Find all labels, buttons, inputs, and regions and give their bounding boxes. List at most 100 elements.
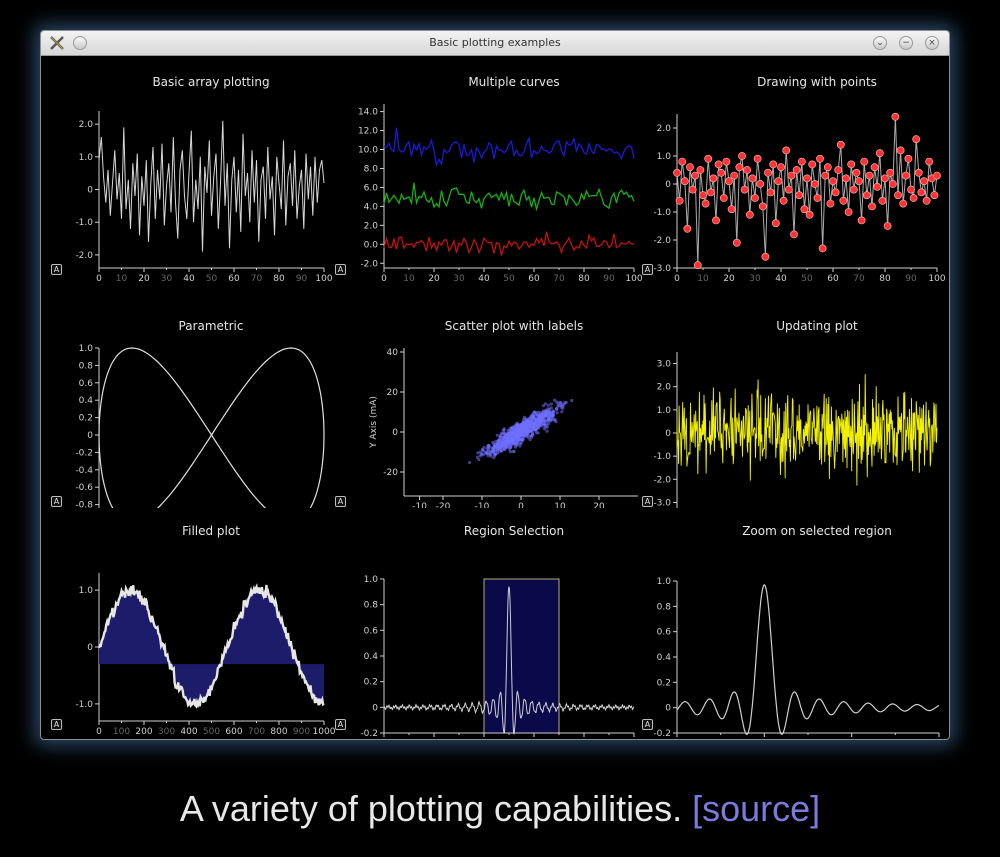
- auto-range-button[interactable]: A: [51, 496, 62, 507]
- x-minor-label: 100: [113, 727, 130, 737]
- multiple-curves-chart[interactable]: Multiple curves 0 20 40 60 80 100 10 30 50 70 90 14.…: [344, 56, 647, 282]
- chart-title: Region Selection: [464, 524, 564, 538]
- data-point: [912, 135, 921, 144]
- y-tick-label: 0.4: [364, 652, 379, 662]
- maximize-button[interactable]: −: [899, 36, 913, 50]
- scatter-point: [482, 445, 486, 449]
- scatter-labels-chart[interactable]: Scatter plot with labels -10 -20 -10 0 10 20 40…: [344, 282, 647, 508]
- x-tick-label: -10: [475, 502, 490, 508]
- data-point: [823, 163, 832, 172]
- auto-range-button[interactable]: A: [335, 496, 346, 507]
- auto-range-button[interactable]: A: [335, 719, 346, 730]
- scatter-point: [548, 414, 552, 418]
- y-tick-label: -0.4: [75, 466, 93, 476]
- data-point: [745, 210, 754, 219]
- y-tick-label: 1.0: [79, 586, 94, 596]
- source-link[interactable]: [source]: [692, 788, 820, 829]
- updating-chart[interactable]: Updating plot020040060080010001003005007…: [647, 282, 949, 508]
- auto-range-button[interactable]: A: [335, 264, 346, 275]
- plot-filled[interactable]: Filled plot 0 200 400 600 800 1000 100 300 500 700…: [41, 511, 344, 739]
- y-tick-label: -1.0: [653, 452, 671, 462]
- data-point: [810, 180, 819, 188]
- plot-parametric[interactable]: Parametric-1.0-0.8-0.6-0.4-0.200.20.40.6…: [41, 282, 344, 508]
- y-tick-label: 1.0: [79, 344, 94, 354]
- data-point: [777, 163, 785, 172]
- plot-drawing-points[interactable]: Drawing with points 0 20 40 60 80 100 10 30 50 70 9…: [642, 56, 949, 282]
- x-tick-label: 20: [428, 274, 440, 282]
- chart-title: Multiple curves: [468, 75, 559, 89]
- data-point: [914, 168, 923, 177]
- auto-range-button[interactable]: A: [642, 496, 653, 507]
- scatter-point: [546, 403, 550, 407]
- scatter-point: [491, 446, 495, 450]
- plot-scatter-labels[interactable]: Scatter plot with labels -10 -20 -10 0 10 20 40…: [335, 282, 647, 508]
- plot-window: Basic plotting examples ⌄ − × Basic arra…: [40, 30, 950, 740]
- y-tick-label: 1.0: [657, 152, 672, 162]
- data-point: [719, 194, 728, 202]
- x-tick-label: -10: [412, 502, 427, 508]
- scatter-point: [477, 458, 481, 462]
- x-minor-label: 500: [203, 727, 220, 737]
- plot-basic-array[interactable]: Basic array plotting 0 20 40 60 80 100 10 30 50 70…: [41, 56, 344, 282]
- scatter-point: [513, 445, 517, 449]
- close-button[interactable]: ×: [925, 36, 939, 50]
- data-point: [782, 146, 791, 155]
- data-point: [857, 216, 866, 225]
- y-tick-label: 0.0: [364, 240, 379, 250]
- x-minor-label: 50: [206, 274, 218, 282]
- scatter-point: [536, 431, 540, 435]
- x-tick-label: 200: [135, 727, 152, 737]
- data-point: [787, 171, 796, 180]
- plot-multiple-curves[interactable]: Multiple curves 0 20 40 60 80 100 10 30 50 70 90 14.…: [335, 56, 647, 282]
- data-point: [933, 171, 941, 180]
- scatter-point: [532, 424, 536, 428]
- parametric-chart[interactable]: Parametric-1.0-0.8-0.6-0.4-0.200.20.40.6…: [41, 282, 344, 508]
- auto-range-button[interactable]: A: [642, 719, 653, 730]
- x-tick-label: 600: [225, 727, 242, 737]
- scatter-point: [543, 425, 548, 429]
- caption: A variety of plotting capabilities. [sou…: [0, 788, 1000, 830]
- auto-range-button[interactable]: A: [51, 719, 62, 730]
- x-minor-label: 10: [403, 274, 415, 282]
- auto-range-button[interactable]: A: [642, 264, 653, 275]
- y-tick-label: 2.0: [657, 124, 672, 134]
- plot-updating[interactable]: Updating plot020040060080010001003005007…: [642, 282, 949, 508]
- title-bar[interactable]: Basic plotting examples ⌄ − ×: [41, 31, 949, 56]
- scatter-point: [520, 423, 524, 427]
- data-point: [764, 168, 772, 177]
- y-tick-label: 20: [387, 388, 399, 398]
- y-tick-label: -0.2: [653, 729, 671, 739]
- data-point: [878, 196, 887, 205]
- data-point: [735, 163, 744, 172]
- x-minor-label: 90: [296, 274, 308, 282]
- data-point: [813, 194, 822, 202]
- data-point: [686, 163, 694, 172]
- scatter-point: [540, 419, 544, 423]
- x-tick-label: 60: [827, 274, 839, 282]
- scatter-point: [492, 456, 496, 460]
- scatter-point: [500, 441, 504, 445]
- series-line: [383, 231, 635, 256]
- data-point: [821, 171, 830, 180]
- region-selection-chart[interactable]: Region Selection020040060080010001003005…: [344, 511, 647, 739]
- y-tick-label: 1.0: [79, 153, 94, 163]
- x-tick-label: 100: [928, 274, 945, 282]
- data-point: [907, 185, 915, 194]
- x-minor-label: 10: [116, 274, 128, 282]
- plot-region-selection[interactable]: Region Selection020040060080010001003005…: [335, 511, 647, 739]
- data-point: [753, 154, 762, 163]
- y-tick-label: 0.2: [364, 678, 378, 688]
- filled-chart[interactable]: Filled plot 0 200 400 600 800 1000 100 300 500 700…: [41, 511, 344, 739]
- drawing-points-chart[interactable]: Drawing with points 0 20 40 60 80 100 10 30 50 70 9…: [647, 56, 949, 282]
- scatter-point: [495, 433, 499, 437]
- scatter-point: [486, 445, 490, 449]
- minimize-button[interactable]: ⌄: [873, 36, 887, 50]
- plot-zoom-region[interactable]: Zoom on selected region40050060070045055…: [642, 511, 949, 739]
- y-tick-label: -2.0: [360, 259, 378, 269]
- zoom-region-chart[interactable]: Zoom on selected region40050060070045055…: [647, 511, 949, 739]
- auto-range-button[interactable]: A: [51, 264, 62, 275]
- y-tick-label: -0.2: [360, 729, 378, 739]
- scatter-point: [521, 433, 525, 437]
- basic-array-chart[interactable]: Basic array plotting 0 20 40 60 80 100 10 30 50 70…: [41, 56, 344, 282]
- data-point: [756, 180, 765, 188]
